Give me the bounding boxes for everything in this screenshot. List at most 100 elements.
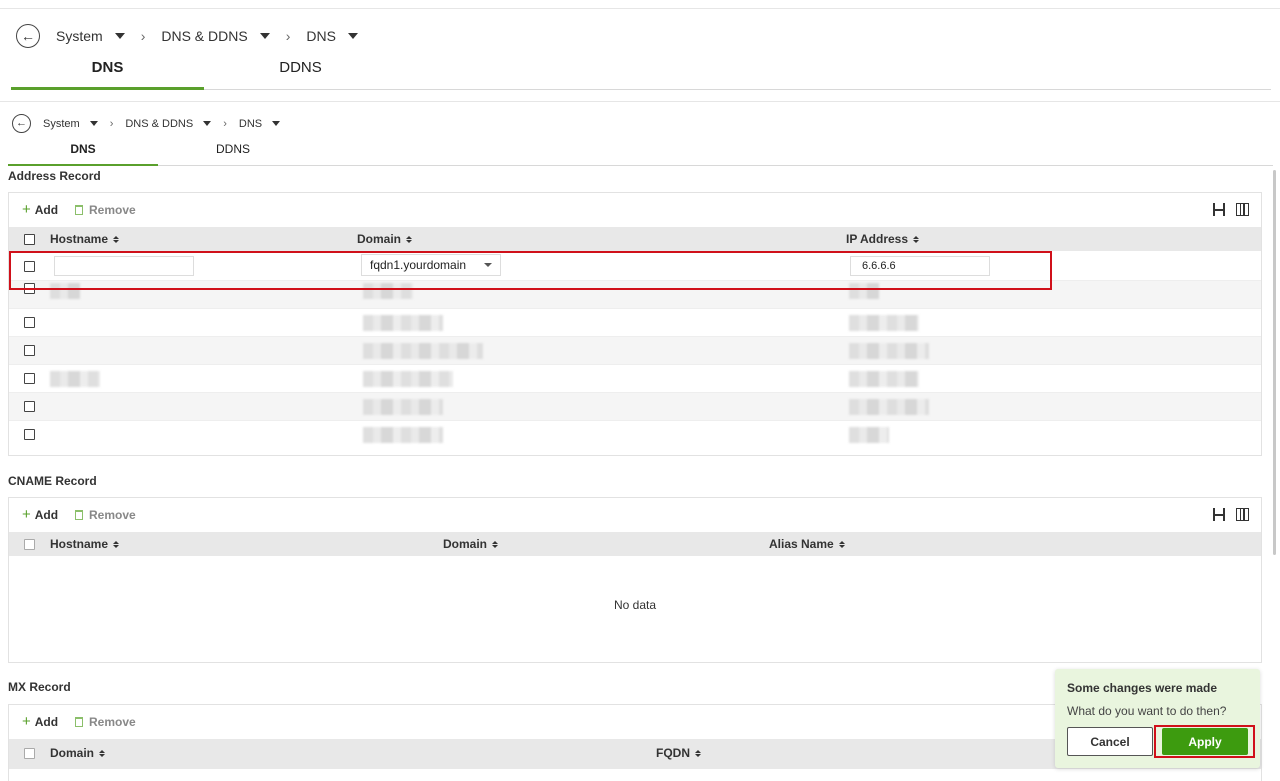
breadcrumb: ← System › DNS & DDNS › DNS xyxy=(16,23,358,49)
breadcrumb-dns[interactable]: DNS xyxy=(238,117,281,130)
add-button[interactable]: + Add xyxy=(22,506,58,523)
caret-down-icon[interactable] xyxy=(259,33,270,39)
breadcrumb-dns[interactable]: DNS xyxy=(306,28,358,44)
remove-button[interactable]: Remove xyxy=(75,203,136,217)
sort-icon xyxy=(695,749,701,757)
zoomed-header: ← System › DNS & DDNS › DNS DNS DDNS xyxy=(0,8,1280,98)
toolbar: + Add Remove xyxy=(9,498,1261,532)
redacted-value xyxy=(363,399,443,415)
caret-down-icon[interactable] xyxy=(203,121,212,126)
select-all-checkbox[interactable] xyxy=(24,539,35,550)
editing-row: fqdn1.yourdomain 6.6.6.6 xyxy=(9,251,1261,281)
add-button[interactable]: + Add xyxy=(22,201,59,218)
plus-icon: + xyxy=(22,713,31,730)
tab-ddns[interactable]: DDNS xyxy=(158,142,308,166)
table-row[interactable] xyxy=(9,281,1261,309)
mx-record-title: MX Record xyxy=(8,680,71,694)
domain-select[interactable]: fqdn1.yourdomain xyxy=(361,254,501,276)
add-label: Add xyxy=(34,715,59,729)
breadcrumb-label: DNS xyxy=(238,117,263,130)
redacted-value xyxy=(849,427,889,443)
ip-address-input[interactable]: 6.6.6.6 xyxy=(850,256,990,276)
column-label: Alias Name xyxy=(769,537,834,551)
back-arrow-icon[interactable]: ← xyxy=(16,24,40,48)
plus-icon: + xyxy=(22,506,31,523)
breadcrumb-system[interactable]: System xyxy=(43,118,98,130)
redacted-value xyxy=(849,343,929,359)
row-checkbox[interactable] xyxy=(24,345,35,356)
redacted-value xyxy=(363,371,453,387)
chevron-right-icon: › xyxy=(109,117,114,130)
breadcrumb-label: System xyxy=(56,28,103,44)
add-button[interactable]: + Add xyxy=(22,713,59,730)
column-label: Domain xyxy=(50,746,95,760)
popup-message: What do you want to do then? xyxy=(1067,704,1227,718)
caret-down-icon[interactable] xyxy=(114,33,125,39)
column-domain[interactable]: Domain xyxy=(443,537,499,551)
redacted-value xyxy=(363,427,443,443)
row-checkbox[interactable] xyxy=(24,429,35,440)
table-row[interactable] xyxy=(9,337,1261,365)
select-all-checkbox[interactable] xyxy=(24,234,35,245)
domain-select-value: fqdn1.yourdomain xyxy=(370,258,467,272)
row-checkbox[interactable] xyxy=(24,317,35,328)
breadcrumb-dns-ddns[interactable]: DNS & DDNS xyxy=(161,28,270,44)
row-checkbox[interactable] xyxy=(24,373,35,384)
column-hostname[interactable]: Hostname xyxy=(50,537,120,551)
column-fqdn[interactable]: FQDN xyxy=(656,746,701,760)
plus-icon: + xyxy=(22,201,31,218)
table-row[interactable] xyxy=(9,365,1261,393)
row-checkbox[interactable] xyxy=(24,401,35,412)
columns-icon[interactable] xyxy=(1236,508,1249,521)
chevron-right-icon: › xyxy=(285,28,291,44)
table-row[interactable] xyxy=(9,309,1261,337)
chevron-down-icon xyxy=(484,263,492,267)
address-record-title: Address Record xyxy=(8,169,101,183)
redacted-value xyxy=(849,399,929,415)
row-checkbox[interactable] xyxy=(24,261,35,272)
select-all-checkbox[interactable] xyxy=(24,748,35,759)
empty-state: No data xyxy=(613,598,657,612)
remove-button[interactable]: Remove xyxy=(75,508,136,522)
chevron-right-icon: › xyxy=(140,28,146,44)
columns-icon[interactable] xyxy=(1236,203,1249,216)
toolbar: + Add Remove xyxy=(9,193,1261,227)
table-header: Hostname Domain Alias Name xyxy=(9,532,1261,556)
column-domain[interactable]: Domain xyxy=(357,232,413,246)
address-record-panel: + Add Remove Hostname Domain IP Address f… xyxy=(8,192,1262,456)
row-checkbox[interactable] xyxy=(24,283,35,294)
table-row[interactable] xyxy=(9,393,1261,421)
remove-button[interactable]: Remove xyxy=(75,715,136,729)
redacted-value xyxy=(849,371,919,387)
fit-width-icon[interactable] xyxy=(1212,508,1226,521)
table-row[interactable] xyxy=(9,421,1261,449)
column-label: IP Address xyxy=(846,232,909,246)
redacted-value xyxy=(849,315,919,331)
scrollbar[interactable] xyxy=(1273,170,1276,555)
popup-title: Some changes were made xyxy=(1067,681,1218,695)
breadcrumb-system[interactable]: System xyxy=(56,28,125,44)
caret-down-icon[interactable] xyxy=(347,33,358,39)
sort-icon xyxy=(99,749,106,757)
column-hostname[interactable]: Hostname xyxy=(50,232,120,246)
caret-down-icon[interactable] xyxy=(89,121,98,126)
tab-dns[interactable]: DNS xyxy=(11,59,204,90)
add-label: Add xyxy=(34,203,59,217)
cancel-button[interactable]: Cancel xyxy=(1067,727,1153,756)
sort-icon xyxy=(913,235,920,243)
tab-ddns[interactable]: DDNS xyxy=(204,59,397,90)
apply-button[interactable]: Apply xyxy=(1162,728,1248,755)
hostname-input[interactable] xyxy=(54,256,194,276)
sort-icon xyxy=(838,540,845,548)
redacted-value xyxy=(50,283,80,299)
column-domain[interactable]: Domain xyxy=(50,746,106,760)
breadcrumb-dns-ddns[interactable]: DNS & DDNS xyxy=(125,118,212,130)
fit-width-icon[interactable] xyxy=(1212,203,1226,216)
caret-down-icon[interactable] xyxy=(272,121,281,126)
column-ip-address[interactable]: IP Address xyxy=(846,232,920,246)
sort-icon xyxy=(113,235,120,243)
column-alias-name[interactable]: Alias Name xyxy=(769,537,845,551)
back-arrow-icon[interactable]: ← xyxy=(12,114,31,133)
tab-dns[interactable]: DNS xyxy=(8,142,158,166)
breadcrumb-label: DNS & DDNS xyxy=(161,28,248,44)
